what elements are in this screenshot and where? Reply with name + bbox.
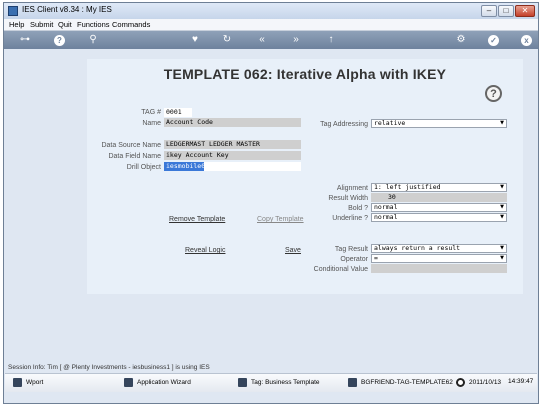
page-title: TEMPLATE 062: Iterative Alpha with IKEY — [163, 66, 447, 82]
toolbar: ⊶ ? ⚲ ♥ ↻ « » ↑ ⚙ ✓ x — [4, 31, 538, 49]
search-icon[interactable]: ⚲ — [86, 33, 100, 47]
name-field[interactable]: Account Code — [164, 118, 301, 127]
tag-result-value: always return a result — [374, 244, 461, 252]
app-icon — [8, 6, 18, 16]
fast-forward-icon[interactable]: » — [289, 33, 303, 47]
chevron-down-icon: ▼ — [500, 120, 504, 126]
data-field-field[interactable]: ikey Account Key — [164, 151, 301, 160]
taskbar: Wport Application Wizard Tag: Business T… — [5, 373, 537, 392]
chevron-down-icon: ▼ — [500, 184, 504, 190]
name-label: Name — [142, 120, 161, 127]
close-icon[interactable]: x — [521, 34, 532, 46]
alignment-dropdown[interactable]: 1: left justified ▼ — [371, 183, 507, 192]
clock-icon — [456, 378, 465, 387]
ok-icon[interactable]: ✓ — [488, 34, 499, 46]
drill-object-field[interactable]: iesmobile05 — [164, 162, 301, 171]
tag-result-dropdown[interactable]: always return a result ▼ — [371, 244, 507, 253]
close-window-button[interactable]: ✕ — [515, 5, 535, 17]
main-area: TEMPLATE 062: Iterative Alpha with IKEY … — [5, 49, 537, 359]
underline-value: normal — [374, 213, 398, 221]
menu-submit[interactable]: Submit — [30, 20, 53, 29]
data-field-label: Data Field Name — [108, 153, 161, 160]
up-icon[interactable]: ↑ — [324, 33, 338, 47]
menu-functions[interactable]: Functions — [77, 20, 110, 29]
chevron-down-icon: ▼ — [500, 245, 504, 251]
result-width-label: Result Width — [328, 195, 368, 202]
rewind-icon[interactable]: « — [255, 33, 269, 47]
wizard-icon — [124, 378, 133, 387]
remove-template-link[interactable]: Remove Template — [169, 216, 225, 223]
document-icon — [13, 378, 22, 387]
chevron-down-icon: ▼ — [500, 214, 504, 220]
taskbar-date: 2011/10/13 — [456, 378, 501, 387]
taskbar-item-label: Tag: Business Template — [251, 379, 320, 386]
time-label: 14:39:47 — [508, 378, 534, 385]
help-button[interactable]: ? — [485, 85, 502, 102]
alignment-label: Alignment — [336, 185, 368, 192]
refresh-icon[interactable]: ↻ — [220, 33, 234, 47]
taskbar-item-label: BGFRIEND-TAG-TEMPLATE62 — [361, 379, 453, 386]
menu-help[interactable]: Help — [9, 20, 24, 29]
tag-result-label: Tag Result — [334, 246, 368, 253]
tag-addressing-value: relative — [374, 119, 406, 127]
bold-dropdown[interactable]: normal ▼ — [371, 203, 507, 212]
chevron-down-icon: ▼ — [500, 255, 504, 261]
taskbar-item-label: Wport — [26, 379, 44, 386]
bottom-strip — [5, 392, 537, 403]
tag-icon — [238, 378, 247, 387]
alignment-value: 1: left justified — [374, 183, 441, 191]
taskbar-time: 14:39:47 — [508, 378, 533, 385]
chevron-down-icon: ▼ — [500, 204, 504, 210]
template-icon — [348, 378, 357, 387]
date-label: 2011/10/13 — [469, 379, 502, 386]
conditional-value-label: Conditional Value — [313, 266, 368, 273]
template-panel: TEMPLATE 062: Iterative Alpha with IKEY … — [87, 59, 523, 294]
copy-template-link[interactable]: Copy Template — [257, 216, 304, 223]
tag-label: TAG # — [141, 109, 161, 116]
minimize-button[interactable]: – — [481, 5, 497, 17]
taskbar-item-tag-business-template[interactable]: Tag: Business Template — [238, 378, 320, 387]
data-source-label: Data Source Name — [101, 142, 161, 149]
data-source-field[interactable]: LEDGERMAST LEDGER MASTER — [164, 140, 301, 149]
window-title: IES Client v8.34 : My IES — [22, 5, 112, 14]
operator-value: = — [374, 254, 378, 262]
maximize-button[interactable]: □ — [498, 5, 514, 17]
taskbar-item-label: Application Wizard — [137, 379, 191, 386]
underline-label: Underline ? — [332, 215, 368, 222]
operator-label: Operator — [340, 256, 368, 263]
key-icon[interactable]: ⊶ — [14, 33, 36, 47]
reveal-logic-link[interactable]: Reveal Logic — [185, 247, 225, 254]
conditional-value-field[interactable] — [371, 264, 507, 273]
taskbar-item-template62[interactable]: BGFRIEND-TAG-TEMPLATE62 — [348, 378, 453, 387]
menu-commands[interactable]: Commands — [112, 20, 150, 29]
drill-object-label: Drill Object — [126, 164, 161, 171]
heart-icon[interactable]: ♥ — [188, 33, 202, 47]
result-width-field[interactable]: 30 — [371, 193, 507, 202]
bold-value: normal — [374, 203, 398, 211]
save-link[interactable]: Save — [285, 247, 301, 254]
operator-dropdown[interactable]: = ▼ — [371, 254, 507, 263]
menu-quit[interactable]: Quit — [58, 20, 72, 29]
taskbar-item-application-wizard[interactable]: Application Wizard — [124, 378, 191, 387]
help-icon[interactable]: ? — [54, 34, 65, 46]
application-window: IES Client v8.34 : My IES – □ ✕ Help Sub… — [3, 2, 539, 404]
tag-field[interactable]: 0001 — [164, 108, 192, 117]
drill-object-value: iesmobile05 — [164, 162, 204, 171]
settings-icon[interactable]: ⚙ — [454, 33, 468, 47]
underline-dropdown[interactable]: normal ▼ — [371, 213, 507, 222]
status-bar: Session Info: Tim [ @ Plenty Investments… — [8, 364, 210, 371]
bold-label: Bold ? — [348, 205, 368, 212]
tag-addressing-label: Tag Addressing — [320, 121, 368, 128]
taskbar-item-wport[interactable]: Wport — [13, 378, 43, 387]
tag-addressing-dropdown[interactable]: relative ▼ — [371, 119, 507, 128]
menu-bar: Help Submit Quit Functions Commands — [4, 19, 538, 31]
title-bar: IES Client v8.34 : My IES – □ ✕ — [4, 3, 538, 19]
